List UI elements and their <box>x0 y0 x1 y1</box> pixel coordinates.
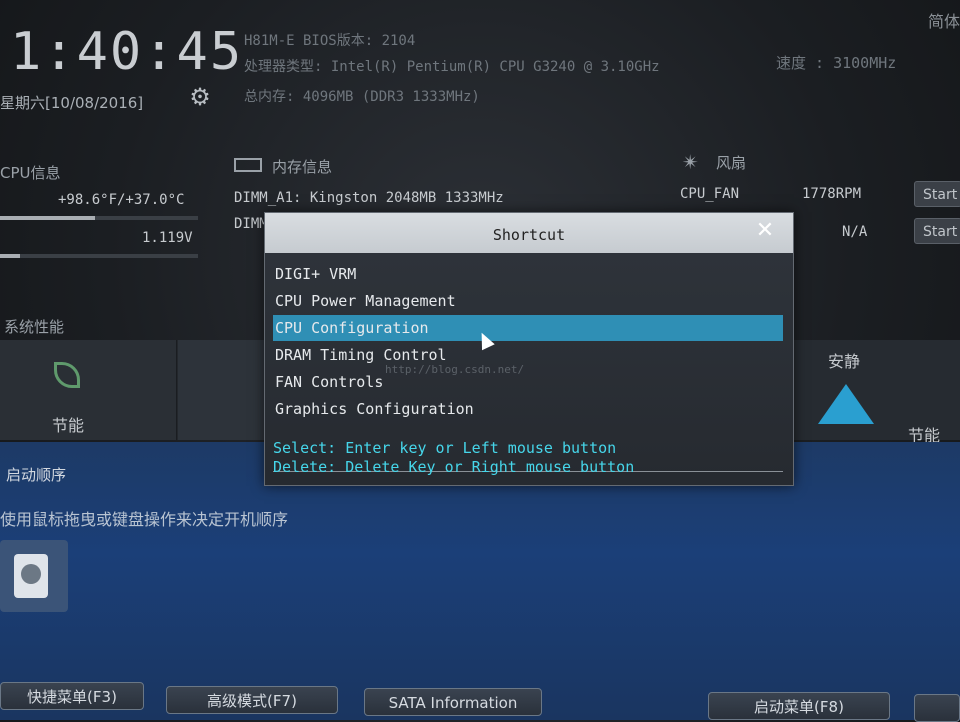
dialog-body: DIGI+ VRM CPU Power Management CPU Confi… <box>265 253 793 485</box>
performance-mode-quiet[interactable]: 安静 节能 <box>790 340 960 445</box>
delete-hint: Delete: Delete Key or Right mouse button <box>273 458 635 476</box>
cpu-temperature: +98.6°F/+37.0°C <box>58 192 185 208</box>
hard-drive-icon <box>14 554 48 598</box>
fan-info-title: 风扇 <box>716 154 747 172</box>
fan-rpm: 1778RPM <box>802 186 862 202</box>
sata-information-button[interactable]: SATA Information <box>364 688 542 716</box>
total-memory: 总内存: 4096MB (DDR3 1333MHz) <box>244 89 480 105</box>
quick-menu-button[interactable]: 快捷菜单(F3) <box>0 682 144 710</box>
shortcut-item-dram-timing[interactable]: DRAM Timing Control <box>273 342 783 368</box>
boot-order-description: 使用鼠标拖曳或键盘操作来决定开机顺序 <box>0 510 289 529</box>
triangle-icon <box>818 384 874 424</box>
dimm-b1: DIMM <box>234 216 268 232</box>
memory-icon <box>234 158 262 172</box>
close-icon[interactable]: ✕ <box>753 219 777 243</box>
shortcut-item-graphics[interactable]: Graphics Configuration <box>273 396 783 422</box>
cpu-volt-bar <box>0 254 198 258</box>
fan-start-button[interactable]: Start <box>914 181 960 207</box>
default-button[interactable] <box>914 694 960 722</box>
boot-menu-button[interactable]: 启动菜单(F8) <box>708 692 890 720</box>
shortcut-item-cpu-config[interactable]: CPU Configuration <box>273 315 783 341</box>
advanced-mode-button[interactable]: 高级模式(F7) <box>166 686 338 714</box>
fan-icon: ✴ <box>682 150 699 174</box>
shortcut-item-cpu-power[interactable]: CPU Power Management <box>273 288 783 314</box>
fan-name: CPU_FAN <box>680 186 740 202</box>
performance-mode-normal[interactable] <box>178 340 269 440</box>
mode-label: 节能 <box>52 416 85 435</box>
cpu-type: 处理器类型: Intel(R) Pentium(R) CPU G3240 @ 3… <box>244 59 660 75</box>
boot-order-title: 启动顺序 <box>6 466 67 484</box>
leaf-icon <box>54 362 80 388</box>
dimm-a1: DIMM_A1: Kingston 2048MB 1333MHz <box>234 190 504 206</box>
clock: 1:40:45 <box>10 22 244 82</box>
cpu-speed: 速度 : 3100MHz <box>776 54 897 72</box>
boot-device[interactable] <box>0 540 68 612</box>
shortcut-item-digi-vrm[interactable]: DIGI+ VRM <box>273 261 783 287</box>
fan-start-button[interactable]: Start <box>914 218 960 244</box>
date-label: 星期六[10/08/2016] <box>0 94 144 112</box>
performance-title: 系统性能 <box>4 318 65 336</box>
mode-label: 安静 <box>828 352 861 371</box>
memory-info-title: 内存信息 <box>272 158 333 176</box>
gear-icon[interactable]: ⚙ <box>187 84 213 110</box>
select-hint: Select: Enter key or Left mouse button <box>273 439 617 457</box>
language-selector[interactable]: 简体 <box>928 8 960 32</box>
dialog-title: Shortcut <box>265 213 793 253</box>
cpu-voltage: 1.119V <box>142 230 193 246</box>
bios-version: H81M-E BIOS版本: 2104 <box>244 33 416 49</box>
cpu-info-title: CPU信息 <box>0 164 61 182</box>
fan-rpm: N/A <box>842 224 868 240</box>
performance-mode-energy[interactable]: 节能 <box>0 340 177 440</box>
watermark: http://blog.csdn.net/ <box>385 363 525 376</box>
shortcut-dialog: Shortcut ✕ DIGI+ VRM CPU Power Managemen… <box>264 212 794 486</box>
cpu-temp-bar <box>0 216 198 220</box>
shortcut-item-fan-controls[interactable]: FAN Controls <box>273 369 783 395</box>
